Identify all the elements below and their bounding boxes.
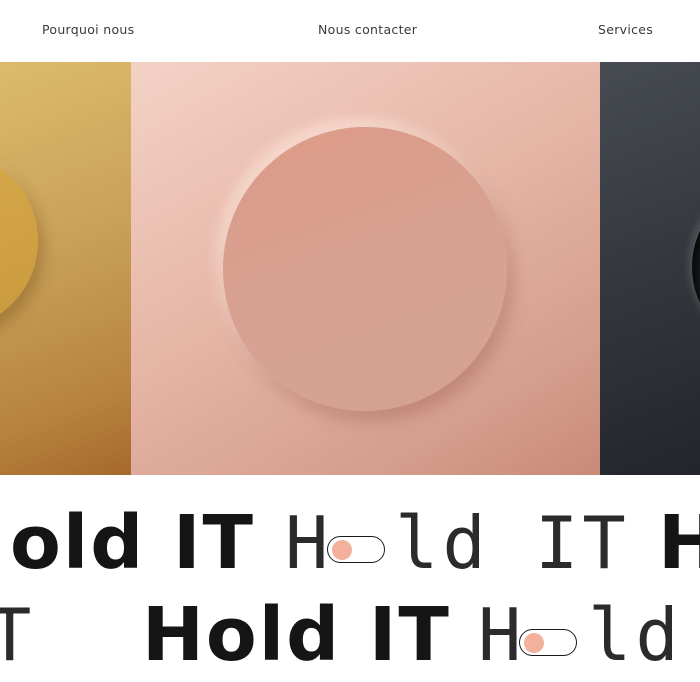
toggle-knob (332, 539, 352, 560)
marquee-thin-text: IT (535, 501, 630, 585)
dark-circle-button[interactable] (692, 182, 700, 352)
nav-link-pourquoi-nous[interactable]: Pourquoi nous (42, 22, 134, 37)
marquee-thin-text: H (285, 501, 333, 585)
hold-toggle-switch[interactable] (519, 629, 577, 656)
marquee-row-2: T Hold IT H ld (0, 592, 700, 682)
top-navigation: Pourquoi nous Nous contacter Services (0, 0, 700, 62)
slide-pink-panel[interactable] (131, 62, 600, 475)
slide-dark-panel[interactable] (600, 62, 700, 475)
pink-circle-button[interactable] (223, 127, 507, 411)
marquee-thin-text: ld (588, 593, 683, 677)
marquee-thin-text: H (478, 593, 526, 677)
gold-circle-button[interactable] (0, 152, 38, 330)
toggle-knob (524, 632, 544, 653)
hold-toggle-switch[interactable] (327, 536, 385, 563)
nav-link-nous-contacter[interactable]: Nous contacter (318, 22, 417, 37)
marquee-bold-text: H (658, 500, 700, 586)
slide-gold-panel[interactable] (0, 62, 131, 475)
marquee-thin-text: ld (395, 501, 490, 585)
marquee-bold-text: old IT (10, 500, 255, 586)
marquee-bold-text: Hold IT (142, 592, 451, 678)
marquee-row-1: old IT H ld IT H (0, 500, 700, 590)
hero-slider[interactable] (0, 62, 700, 475)
marquee-thin-text: T (0, 593, 36, 677)
nav-link-services[interactable]: Services (598, 22, 653, 37)
